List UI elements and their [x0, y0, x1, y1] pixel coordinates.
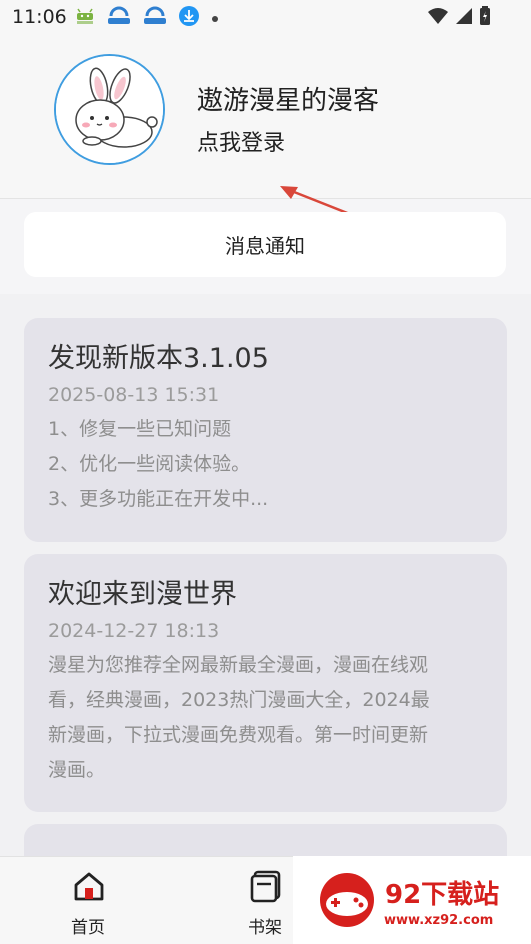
status-icons-right — [427, 6, 491, 30]
home-icon — [74, 872, 104, 901]
notice-date: 2024-12-27 18:13 — [48, 620, 220, 642]
notice-line: 3、更多功能正在开发中... — [48, 488, 269, 510]
notice-list[interactable]: 发现新版本3.1.05 2025-08-13 15:31 1、修复一些已知问题 … — [0, 294, 531, 856]
cloud-sync-icon — [106, 6, 132, 30]
notice-title: 欢迎来到漫世界 — [48, 579, 237, 610]
watermark-url: www.xz92.com — [384, 913, 494, 928]
notice-card[interactable]: 欢迎来到漫世界 2024-12-27 18:13 漫星为您推荐全网最新最全漫画，… — [24, 554, 507, 812]
wifi-icon — [427, 7, 449, 29]
login-link[interactable]: 点我登录 — [197, 125, 285, 157]
notice-card[interactable]: 发现新版本3.1.05 2025-08-13 15:31 1、修复一些已知问题 … — [24, 318, 507, 542]
notice-line: 新漫画，下拉式漫画免费观看。第一时间更新 — [48, 724, 429, 746]
notice-line: 1、修复一些已知问题 — [48, 418, 232, 440]
bookshelf-icon — [250, 870, 281, 903]
watermark-title: 92下载站 — [385, 880, 500, 910]
watermark-logo-icon — [320, 873, 374, 927]
status-icons-left — [74, 5, 220, 31]
notice-card-partial[interactable] — [24, 824, 507, 856]
download-icon — [178, 5, 200, 31]
notice-line: 漫画。 — [48, 759, 106, 781]
avatar[interactable] — [54, 54, 165, 165]
notice-title: 发现新版本3.1.05 — [48, 343, 269, 374]
notice-line: 漫星为您推荐全网最新最全漫画，漫画在线观 — [48, 654, 429, 676]
nav-home-label: 首页 — [71, 918, 105, 938]
battery-icon — [479, 6, 491, 30]
notice-body: 漫星为您推荐全网最新最全漫画，漫画在线观 看，经典漫画，2023热门漫画大全，2… — [48, 648, 483, 788]
dot-icon — [210, 9, 220, 28]
username: 遨游漫星的漫客 — [197, 86, 380, 116]
bunny-avatar-icon — [56, 56, 163, 163]
signal-icon — [455, 7, 473, 29]
android-icon — [74, 6, 96, 30]
status-bar: 11:06 — [0, 0, 531, 36]
notice-line: 2、优化一些阅读体验。 — [48, 453, 251, 475]
profile-header: 遨游漫星的漫客 点我登录 — [0, 36, 531, 239]
status-time: 11:06 — [12, 6, 67, 28]
cloud-sync-icon — [142, 6, 168, 30]
notice-line: 看，经典漫画，2023热门漫画大全，2024最 — [48, 689, 430, 711]
watermark-badge: 92下载站 www.xz92.com — [293, 856, 531, 944]
notice-body: 1、修复一些已知问题 2、优化一些阅读体验。 3、更多功能正在开发中... — [48, 412, 483, 517]
nav-home[interactable]: 首页 — [43, 857, 133, 944]
notifications-button[interactable]: 消息通知 — [24, 212, 506, 277]
notice-date: 2025-08-13 15:31 — [48, 384, 220, 406]
